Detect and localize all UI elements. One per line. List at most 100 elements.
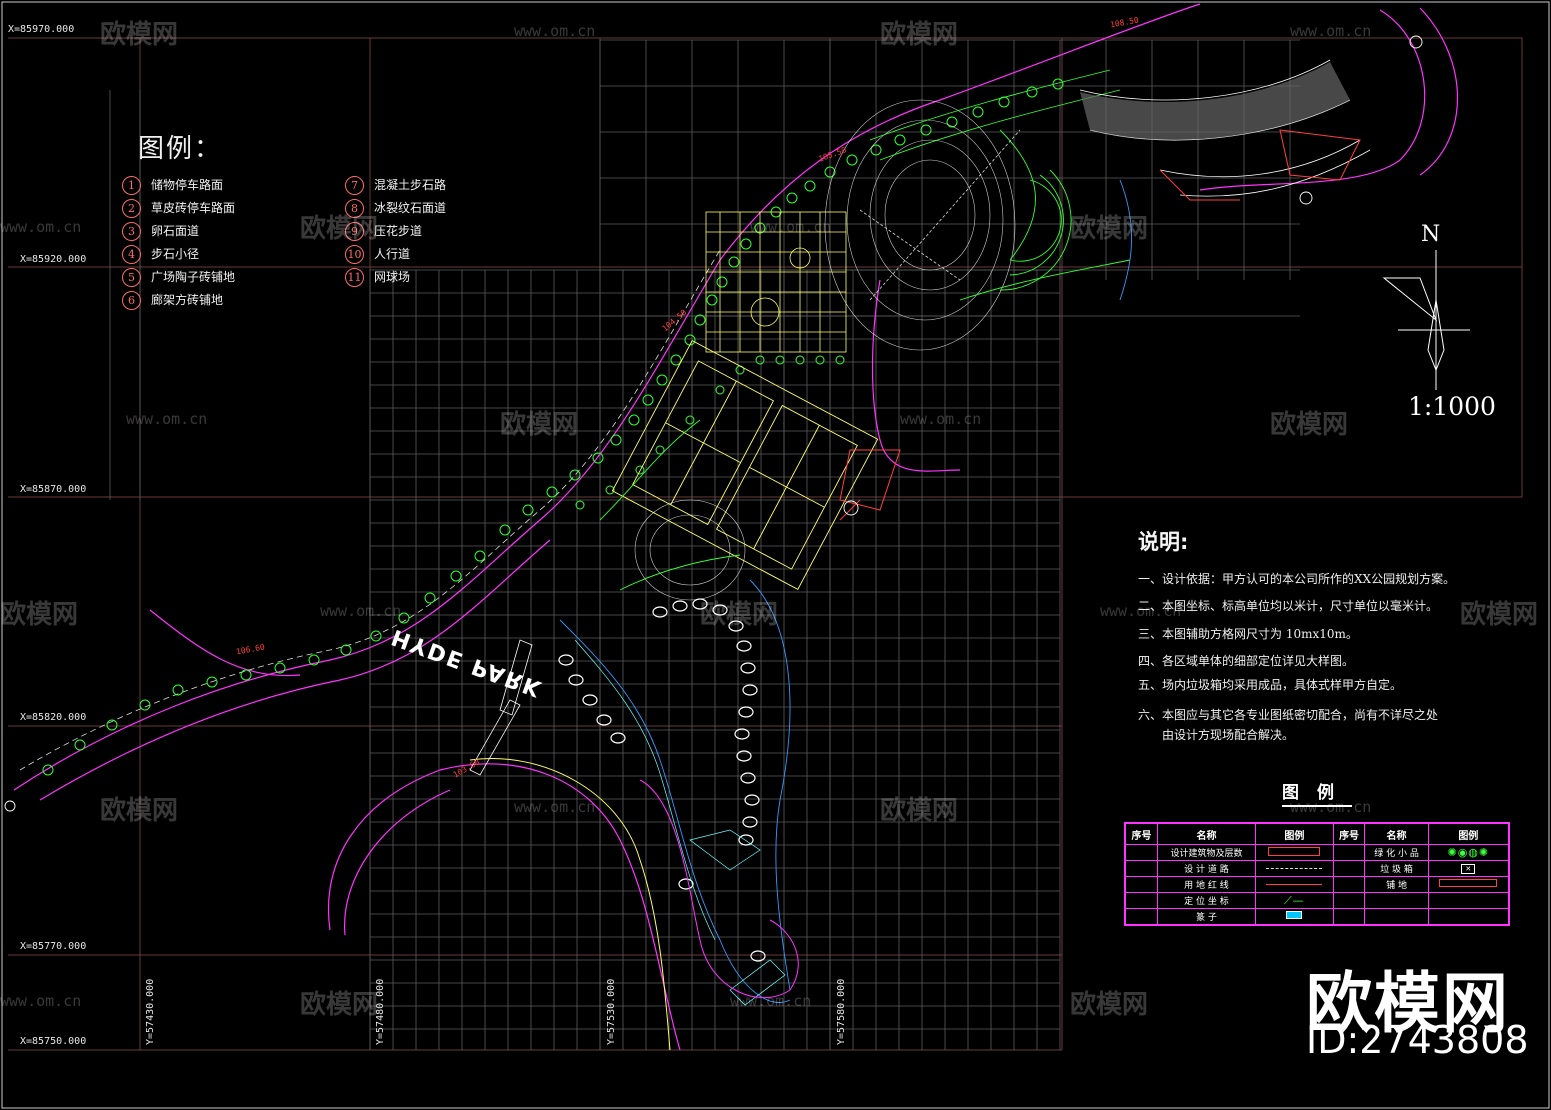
legend-label: 草皮砖停车路面 bbox=[151, 201, 236, 215]
header-index-right: 序号 bbox=[1332, 822, 1366, 845]
legend-item: 2 草皮砖停车路面 bbox=[122, 199, 235, 218]
watermark-logo: 欧模网 bbox=[1070, 990, 1149, 1020]
legend-item: 10 人行道 bbox=[345, 245, 410, 264]
watermark-url: www.om.cn bbox=[1100, 602, 1182, 620]
note-3: 三、本图辅助方格网尺寸为 10mx10m。 bbox=[1138, 627, 1358, 641]
building-symbol bbox=[1255, 844, 1334, 861]
legend-table-header: 序号 名称 图例 序号 名称 图例 bbox=[1124, 822, 1510, 845]
legend-label: 网球场 bbox=[374, 270, 411, 284]
legend-item: 7 混凝土步石路 bbox=[345, 176, 446, 195]
legend-label: 人行道 bbox=[374, 247, 411, 261]
legend-label: 步石小径 bbox=[151, 247, 200, 261]
row-name-left: 篆 子 bbox=[1156, 908, 1257, 926]
watermark-logo: 欧模网 bbox=[880, 20, 959, 50]
watermark-logo: 欧模网 bbox=[300, 990, 379, 1020]
watermark-logo: 欧模网 bbox=[1460, 600, 1539, 630]
coord-x-1: X=85970.000 bbox=[8, 24, 75, 35]
note-5: 五、场内垃圾箱均采用成品，具体式样甲方自定。 bbox=[1138, 678, 1403, 692]
legend-label: 储物停车路面 bbox=[151, 178, 224, 192]
legend-number-icon: 10 bbox=[345, 245, 364, 264]
row-name-left: 用 地 红 线 bbox=[1156, 876, 1257, 893]
watermark-logo: 欧模网 bbox=[100, 20, 179, 50]
notes-title: 说明: bbox=[1138, 530, 1189, 554]
cad-drawing-page: X=85970.000 X=85920.000 X=85870.000 X=85… bbox=[0, 0, 1551, 1110]
row-name-left: 定 位 坐 标 bbox=[1156, 892, 1257, 909]
watermark-url: www.om.cn bbox=[730, 992, 812, 1010]
note-7: 由设计方现场配合解决。 bbox=[1162, 728, 1295, 742]
header-name-left: 名称 bbox=[1156, 822, 1257, 845]
legend-number-icon: 1 bbox=[122, 176, 141, 195]
row-name-right: 绿 化 小 品 bbox=[1364, 844, 1429, 861]
site-plan-canvas bbox=[1, 1, 1550, 1109]
north-label: N bbox=[1421, 222, 1441, 247]
legend-table: 序号 名称 图例 序号 名称 图例 设计建筑物及层数 绿 化 小 品 ✺◉◍✺ … bbox=[1124, 822, 1510, 926]
brand-id: ID:2743808 bbox=[1306, 1018, 1529, 1062]
coord-y-3: Y=57530.000 bbox=[606, 978, 617, 1045]
watermark-url: www.om.cn bbox=[750, 218, 832, 236]
coordinate-symbol: ⟋— bbox=[1255, 892, 1334, 909]
coord-x-3: X=85870.000 bbox=[20, 484, 87, 495]
coord-x-2: X=85920.000 bbox=[20, 254, 87, 265]
coord-x-4: X=85820.000 bbox=[20, 712, 87, 723]
watermark-logo: 欧模网 bbox=[100, 796, 179, 826]
row-name-right: 垃 圾 箱 bbox=[1364, 860, 1429, 877]
legend-title: 图例： bbox=[138, 134, 223, 164]
coord-x-6: X=85750.000 bbox=[20, 1036, 87, 1047]
note-6: 六、本图应与其它各专业图纸密切配合，尚有不详尽之处 bbox=[1138, 708, 1439, 722]
fine-grid bbox=[109, 39, 1300, 1050]
row-name-right: 铺 地 bbox=[1364, 876, 1429, 893]
note-1: 一、设计依据：甲方认可的本公司所作的XX公园规划方案。 bbox=[1138, 572, 1456, 586]
legend-number-icon: 3 bbox=[122, 222, 141, 241]
note-4: 四、各区域单体的细部定位详见大样图。 bbox=[1138, 654, 1355, 668]
watermark-url: www.om.cn bbox=[126, 410, 208, 428]
watermark-logo: 欧模网 bbox=[1270, 410, 1349, 440]
scale-label: 1:1000 bbox=[1408, 392, 1496, 421]
legend-number-icon: 4 bbox=[122, 245, 141, 264]
table-row: 设计建筑物及层数 绿 化 小 品 ✺◉◍✺ bbox=[1124, 844, 1510, 861]
legend-item: 3 卵石面道 bbox=[122, 222, 199, 241]
legend-item: 1 储物停车路面 bbox=[122, 176, 223, 195]
legend-number-icon: 2 bbox=[122, 199, 141, 218]
watermark-logo: 欧模网 bbox=[500, 410, 579, 440]
road-symbol bbox=[1255, 860, 1334, 877]
paving-symbol bbox=[1427, 876, 1510, 893]
watermark-logo: 欧模网 bbox=[1070, 214, 1149, 244]
bin-symbol: ✕ bbox=[1427, 860, 1510, 877]
legend-label: 冰裂纹石面道 bbox=[374, 201, 447, 215]
red-structures bbox=[839, 129, 1361, 521]
header-symbol-right: 图例 bbox=[1427, 822, 1510, 845]
watermark-logo: 欧模网 bbox=[300, 214, 379, 244]
legend-number-icon: 11 bbox=[345, 268, 364, 287]
legend-number-icon: 7 bbox=[345, 176, 364, 195]
north-arrow bbox=[1382, 250, 1470, 390]
watermark-url: www.om.cn bbox=[900, 410, 982, 428]
ne-paving-fill bbox=[1080, 62, 1350, 140]
drawing-frame bbox=[1, 1, 1550, 1109]
note-2: 二、本图坐标、标高单位均以米计，尺寸单位以毫米计。 bbox=[1138, 599, 1439, 613]
legend-label: 广场陶子砖铺地 bbox=[151, 270, 236, 284]
planting-symbol: ✺◉◍✺ bbox=[1427, 844, 1510, 861]
watermark-url: www.om.cn bbox=[514, 22, 596, 40]
watermark-logo: 欧模网 bbox=[700, 600, 779, 630]
legend-item: 4 步石小径 bbox=[122, 245, 199, 264]
table-row: 定 位 坐 标 ⟋— bbox=[1124, 892, 1510, 909]
watermark-url: www.om.cn bbox=[1290, 22, 1372, 40]
legend-number-icon: 6 bbox=[122, 291, 141, 310]
legend-number-icon: 5 bbox=[122, 268, 141, 287]
watermark-url: www.om.cn bbox=[1290, 798, 1372, 816]
table-row: 篆 子 bbox=[1124, 908, 1510, 926]
legend-item: 5 广场陶子砖铺地 bbox=[122, 268, 235, 287]
legend-label: 卵石面道 bbox=[151, 224, 200, 238]
table-row: 用 地 红 线 铺 地 bbox=[1124, 876, 1510, 893]
watermark-logo: 欧模网 bbox=[0, 600, 79, 630]
legend-item: 6 廊架方砖铺地 bbox=[122, 291, 223, 310]
redline-symbol bbox=[1255, 876, 1334, 893]
watermark-url: www.om.cn bbox=[0, 992, 82, 1010]
row-name-left: 设计建筑物及层数 bbox=[1156, 844, 1257, 861]
legend-label: 廊架方砖铺地 bbox=[151, 293, 224, 307]
box-symbol bbox=[1255, 908, 1334, 926]
watermark-url: www.om.cn bbox=[514, 798, 596, 816]
row-name-right bbox=[1364, 908, 1429, 926]
legend-item: 11 网球场 bbox=[345, 268, 410, 287]
coord-y-1: Y=57430.000 bbox=[145, 978, 156, 1045]
